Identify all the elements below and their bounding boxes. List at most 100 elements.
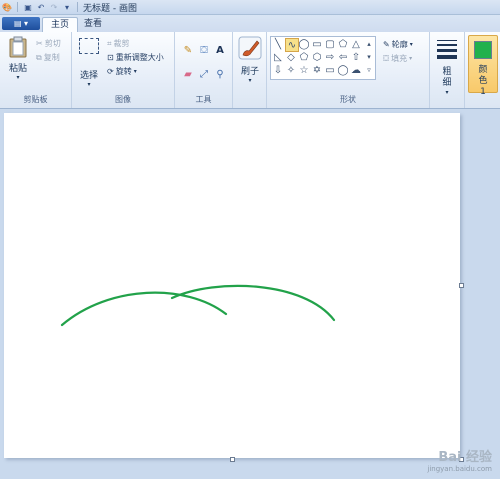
resize-icon: ⊡ bbox=[107, 53, 114, 62]
image-group: 选择 ▾ ⌗ 裁剪 ⊡ 重新调整大小 ⟳ 旋转 ▾ 图像 bbox=[72, 32, 175, 108]
color1-button[interactable]: 颜色 1 bbox=[468, 35, 498, 97]
select-label: 选择 bbox=[79, 71, 98, 81]
rectangle-shape-icon[interactable]: ▭ bbox=[311, 38, 323, 50]
watermark-brand: Bai 经验 bbox=[438, 450, 492, 465]
scissors-icon: ✂ bbox=[36, 39, 43, 48]
chevron-down-icon: ▾ bbox=[445, 89, 449, 96]
oval-shape-icon[interactable]: ◯ bbox=[298, 38, 310, 50]
clipboard-group-label: 剪贴板 bbox=[23, 95, 48, 104]
cloud-callout-shape-icon[interactable]: ☁ bbox=[350, 64, 362, 76]
left-arrow-shape-icon[interactable]: ⇦ bbox=[337, 51, 349, 63]
green-arc-stroke bbox=[60, 291, 228, 327]
separator bbox=[17, 2, 18, 12]
paste-button[interactable]: 粘贴 ▾ bbox=[6, 36, 30, 82]
crop-label: 裁剪 bbox=[113, 39, 130, 48]
separator bbox=[77, 2, 78, 12]
canvas-drawing bbox=[60, 284, 336, 327]
brushes-label: 刷子 bbox=[240, 67, 259, 77]
gallery-expand-icon[interactable]: ▿ bbox=[363, 64, 375, 76]
clipboard-group: 粘贴 ▾ ✂ 剪切 ⧉ 复制 剪贴板 bbox=[0, 32, 72, 108]
rotate-button[interactable]: ⟳ 旋转 ▾ bbox=[107, 66, 137, 77]
select-button[interactable]: 选择 ▾ bbox=[77, 36, 101, 88]
clipboard-icon bbox=[9, 36, 27, 58]
paint-menu-button[interactable]: ▤ ▾ bbox=[2, 17, 40, 30]
shapes-gallery: ╲ ∿ ◯ ▭ ▢ ⬠ △ ▴ ◺ ◇ ⬠ ⬡ ⇨ ⇦ ⇧ ▾ ⇩ ✧ ☆ ✡ … bbox=[270, 36, 376, 80]
diamond-shape-icon[interactable]: ◇ bbox=[285, 51, 297, 63]
crop-icon: ⌗ bbox=[107, 38, 112, 48]
cut-button[interactable]: ✂ 剪切 bbox=[36, 38, 61, 49]
size-label: 粗细 bbox=[442, 67, 452, 88]
chevron-down-icon: ▾ bbox=[409, 41, 413, 48]
resize-handle-bottom[interactable] bbox=[230, 457, 235, 462]
resize-label: 重新调整大小 bbox=[115, 53, 164, 62]
curve-shape-icon[interactable]: ∿ bbox=[285, 38, 299, 52]
eraser-icon[interactable]: ▰ bbox=[180, 66, 196, 82]
triangle-shape-icon[interactable]: △ bbox=[350, 38, 362, 50]
tools-group: ✎ ⛋ A ▰ ⤢ ⚲ 工具 bbox=[175, 32, 233, 108]
color1-swatch bbox=[474, 41, 492, 59]
size-group: 粗细 ▾ bbox=[430, 32, 465, 108]
drawing-canvas[interactable] bbox=[4, 113, 460, 458]
pentagon-shape-icon[interactable]: ⬠ bbox=[298, 51, 310, 63]
fill-button[interactable]: ⛋ 填充 ▾ bbox=[383, 53, 412, 64]
magnifier-icon[interactable]: ⚲ bbox=[212, 66, 228, 82]
fill-label: 填充 bbox=[391, 54, 408, 63]
hexagon-shape-icon[interactable]: ⬡ bbox=[311, 51, 323, 63]
copy-icon: ⧉ bbox=[36, 52, 42, 62]
rounded-rectangle-shape-icon[interactable]: ▢ bbox=[324, 38, 336, 50]
size-button[interactable]: 粗细 ▾ bbox=[435, 38, 459, 96]
chevron-down-icon: ▾ bbox=[87, 81, 91, 88]
crop-button[interactable]: ⌗ 裁剪 bbox=[107, 38, 130, 49]
line-shape-icon[interactable]: ╲ bbox=[272, 38, 284, 50]
down-arrow-shape-icon[interactable]: ⇩ bbox=[272, 64, 284, 76]
canvas-area: Bai 经验 jingyan.baidu.com bbox=[0, 109, 500, 479]
brushes-button[interactable]: 刷子 ▾ bbox=[237, 36, 263, 92]
shapes-group: ╲ ∿ ◯ ▭ ▢ ⬠ △ ▴ ◺ ◇ ⬠ ⬡ ⇨ ⇦ ⇧ ▾ ⇩ ✧ ☆ ✡ … bbox=[267, 32, 430, 108]
chevron-down-icon: ▾ bbox=[133, 68, 137, 75]
line-weight-icon bbox=[437, 40, 457, 59]
scroll-down-icon[interactable]: ▾ bbox=[363, 51, 375, 63]
watermark: Bai 经验 jingyan.baidu.com bbox=[427, 446, 492, 473]
paste-label: 粘贴 bbox=[8, 64, 27, 74]
redo-icon[interactable]: ↷ bbox=[49, 2, 59, 12]
copy-label: 复制 bbox=[43, 53, 60, 62]
tab-view[interactable]: 查看 bbox=[76, 17, 110, 32]
window-title: 无标题 - 画图 bbox=[83, 3, 137, 14]
right-triangle-shape-icon[interactable]: ◺ bbox=[272, 51, 284, 63]
color-picker-icon[interactable]: ⤢ bbox=[196, 66, 212, 82]
undo-icon[interactable]: ↶ bbox=[36, 2, 46, 12]
resize-handle-right[interactable] bbox=[459, 283, 464, 288]
five-point-star-shape-icon[interactable]: ☆ bbox=[298, 64, 310, 76]
fill-bucket-icon: ⛋ bbox=[383, 53, 390, 63]
color1-label: 颜色 1 bbox=[478, 65, 488, 97]
chevron-down-icon: ▾ bbox=[409, 55, 413, 62]
tab-home[interactable]: 主页 bbox=[42, 17, 79, 33]
chevron-down-icon: ▾ bbox=[16, 74, 20, 81]
customize-quick-access-icon[interactable]: ▾ bbox=[62, 2, 72, 12]
four-point-star-shape-icon[interactable]: ✧ bbox=[285, 64, 297, 76]
outline-label: 轮廓 bbox=[391, 40, 408, 49]
callout-shape-icon[interactable]: ▭ bbox=[324, 64, 336, 76]
green-arc-stroke bbox=[170, 284, 336, 322]
pencil-icon[interactable]: ✎ bbox=[180, 42, 196, 58]
right-arrow-shape-icon[interactable]: ⇨ bbox=[324, 51, 336, 63]
fill-bucket-icon[interactable]: ⛋ bbox=[196, 42, 212, 58]
scroll-up-icon[interactable]: ▴ bbox=[363, 38, 375, 50]
image-group-label: 图像 bbox=[115, 95, 131, 104]
copy-button[interactable]: ⧉ 复制 bbox=[36, 52, 60, 63]
ribbon-tab-row: ▤ ▾ 主页 查看 bbox=[0, 15, 500, 33]
resize-button[interactable]: ⊡ 重新调整大小 bbox=[107, 52, 164, 63]
up-arrow-shape-icon[interactable]: ⇧ bbox=[350, 51, 362, 63]
chevron-down-icon: ▾ bbox=[248, 77, 252, 84]
save-icon[interactable]: ▣ bbox=[23, 2, 33, 12]
text-tool-icon[interactable]: A bbox=[212, 42, 228, 58]
paint-app-icon[interactable]: 🎨 bbox=[2, 2, 12, 12]
shapes-group-label: 形状 bbox=[340, 95, 356, 104]
selection-rectangle-icon bbox=[79, 38, 99, 54]
six-point-star-shape-icon[interactable]: ✡ bbox=[311, 64, 323, 76]
polygon-shape-icon[interactable]: ⬠ bbox=[337, 38, 349, 50]
rotate-icon: ⟳ bbox=[107, 67, 114, 76]
ribbon: 粘贴 ▾ ✂ 剪切 ⧉ 复制 剪贴板 选择 ▾ ⌗ 裁剪 ⊡ 重新调整大小 ⟳ … bbox=[0, 32, 500, 109]
oval-callout-shape-icon[interactable]: ◯ bbox=[337, 64, 349, 76]
outline-button[interactable]: ✎ 轮廓 ▾ bbox=[383, 39, 413, 50]
